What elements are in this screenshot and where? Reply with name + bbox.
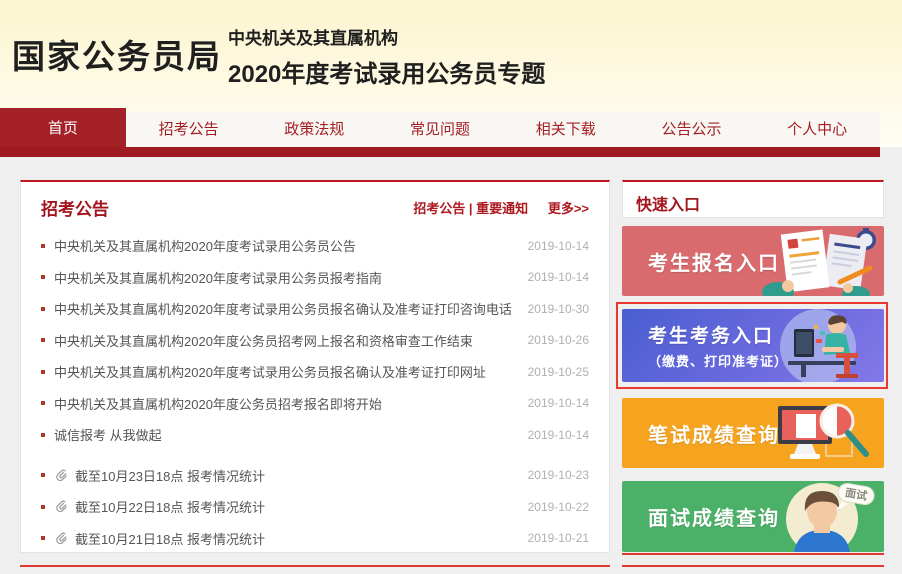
bullet-icon <box>41 244 45 248</box>
announcement-row: 截至10月21日18点 报考情况统计 2019-10-21 <box>41 523 589 555</box>
announcement-title[interactable]: 截至10月23日18点 报考情况统计 <box>75 466 518 485</box>
announcement-date: 2019-10-14 <box>528 270 589 284</box>
bullet-icon <box>41 473 45 477</box>
quick-link-interview-score[interactable]: 面试成绩查询 面试 <box>622 481 884 552</box>
announcement-row: 中央机关及其直属机构2020年度公务员招考报名即将开始 2019-10-14 <box>41 388 589 420</box>
next-section-border-left <box>20 565 610 567</box>
announcement-row: 中央机关及其直属机构2020年度考试录用公务员公告 2019-10-14 <box>41 230 589 262</box>
bullet-icon <box>41 338 45 342</box>
quick-link-registration-label: 考生报名入口 <box>648 247 780 276</box>
announcement-date: 2019-10-21 <box>528 531 589 545</box>
nav-tab-profile[interactable]: 个人中心 <box>754 112 880 147</box>
quick-link-exam-affairs-sublabel: （缴费、打印准考证） <box>648 351 788 370</box>
announcement-row: 中央机关及其直属机构2020年度考试录用公务员报名确认及准考证打印网址 2019… <box>41 356 589 388</box>
announcements-panel-header: 招考公告 招考公告 | 重要通知 更多>> <box>21 182 609 228</box>
bullet-icon <box>41 505 45 509</box>
quick-link-exam-affairs-label: 考生考务入口 <box>648 321 788 348</box>
subtitle-line2: 2020年度考试录用公务员专题 <box>228 54 545 89</box>
subtitle-line1: 中央机关及其直属机构 <box>228 24 545 49</box>
announcement-row: 中央机关及其直属机构2020年度考试录用公务员报考指南 2019-10-14 <box>41 262 589 294</box>
nav-tab-home[interactable]: 首页 <box>0 108 126 147</box>
announcement-title[interactable]: 中央机关及其直属机构2020年度公务员招考网上报名和资格审查工作结束 <box>54 331 518 350</box>
next-section-border-right <box>622 565 884 567</box>
main-nav: 首页 招考公告 政策法规 常见问题 相关下载 公告公示 个人中心 <box>0 108 880 147</box>
announcement-row: 诚信报考 从我做起 2019-10-14 <box>41 419 589 451</box>
announcement-title[interactable]: 截至10月22日18点 报考情况统计 <box>75 497 518 516</box>
bullet-icon <box>41 370 45 374</box>
announcements-list: 中央机关及其直属机构2020年度考试录用公务员公告 2019-10-14 中央机… <box>21 228 609 554</box>
announcement-date: 2019-10-26 <box>528 333 589 347</box>
nav-tab-notices[interactable]: 公告公示 <box>629 112 755 147</box>
announcement-row: 中央机关及其直属机构2020年度公务员招考网上报名和资格审查工作结束 2019-… <box>41 325 589 357</box>
announcement-date: 2019-10-14 <box>528 428 589 442</box>
announcement-title[interactable]: 中央机关及其直属机构2020年度考试录用公务员报名确认及准考证打印咨询电话 <box>54 299 518 318</box>
quick-link-registration[interactable]: 考生报名入口 <box>622 226 884 296</box>
announcement-date: 2019-10-22 <box>528 500 589 514</box>
announcement-title[interactable]: 中央机关及其直属机构2020年度考试录用公务员报考指南 <box>54 268 518 287</box>
announcement-date: 2019-10-23 <box>528 468 589 482</box>
quick-entry-panel: 快速入口 <box>622 180 884 218</box>
announcements-header-links: 招考公告 | 重要通知 更多>> <box>413 198 589 217</box>
nav-tab-downloads[interactable]: 相关下载 <box>503 112 629 147</box>
announcements-panel: 招考公告 招考公告 | 重要通知 更多>> 中央机关及其直属机构2020年度考试… <box>20 180 610 553</box>
site-logo-text: 国家公务员局 <box>12 30 222 78</box>
announcement-row: 截至10月22日18点 报考情况统计 2019-10-22 <box>41 491 589 523</box>
quick-link-written-score-label: 笔试成绩查询 <box>648 419 780 448</box>
bullet-icon <box>41 433 45 437</box>
quick-entry-title: 快速入口 <box>623 182 883 215</box>
more-link[interactable]: 更多>> <box>548 201 589 216</box>
announcements-tab-links[interactable]: 招考公告 | 重要通知 <box>413 201 528 216</box>
nav-tab-faq[interactable]: 常见问题 <box>377 112 503 147</box>
announcement-title[interactable]: 中央机关及其直属机构2020年度公务员招考报名即将开始 <box>54 394 518 413</box>
bullet-icon <box>41 307 45 311</box>
announcement-title[interactable]: 截至10月21日18点 报考情况统计 <box>75 529 518 548</box>
announcement-title[interactable]: 诚信报考 从我做起 <box>54 425 518 444</box>
paperclip-icon <box>54 531 69 546</box>
announcement-title[interactable]: 中央机关及其直属机构2020年度考试录用公务员报名确认及准考证打印网址 <box>54 362 518 381</box>
bullet-icon <box>41 275 45 279</box>
page: 国家公务员局 中央机关及其直属机构 2020年度考试录用公务员专题 首页 招考公… <box>0 0 902 574</box>
quick-link-written-score[interactable]: 笔试成绩查询 <box>622 398 884 468</box>
quick-link-interview-score-label: 面试成绩查询 <box>648 502 780 531</box>
announcement-date: 2019-10-30 <box>528 302 589 316</box>
announcements-title: 招考公告 <box>41 195 109 220</box>
quick-link-exam-affairs[interactable]: 考生考务入口 （缴费、打印准考证） <box>622 309 884 382</box>
site-subtitle: 中央机关及其直属机构 2020年度考试录用公务员专题 <box>228 24 545 89</box>
announcement-date: 2019-10-25 <box>528 365 589 379</box>
bullet-icon <box>41 536 45 540</box>
announcement-date: 2019-10-14 <box>528 396 589 410</box>
paperclip-icon <box>54 499 69 514</box>
announcement-title[interactable]: 中央机关及其直属机构2020年度考试录用公务员公告 <box>54 236 518 255</box>
paperclip-icon <box>54 468 69 483</box>
nav-tab-announcements[interactable]: 招考公告 <box>126 112 252 147</box>
bullet-icon <box>41 401 45 405</box>
nav-red-strip <box>0 147 880 157</box>
nav-tab-policies[interactable]: 政策法规 <box>251 112 377 147</box>
announcement-row: 中央机关及其直属机构2020年度考试录用公务员报名确认及准考证打印咨询电话 20… <box>41 293 589 325</box>
announcement-date: 2019-10-14 <box>528 239 589 253</box>
next-section-border-under-banner <box>622 553 884 555</box>
announcement-row: 截至10月23日18点 报考情况统计 2019-10-23 <box>41 460 589 492</box>
